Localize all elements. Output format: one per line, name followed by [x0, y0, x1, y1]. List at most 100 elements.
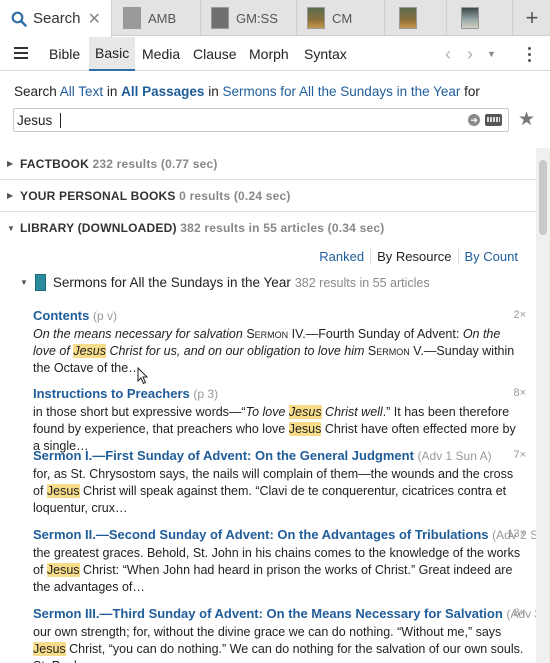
- result-title-link[interactable]: Sermon I.—First Sunday of Advent: On the…: [33, 448, 414, 463]
- snippet-text: —Fourth Sunday of Advent:: [305, 327, 463, 341]
- result-hit-count: 13×: [507, 528, 526, 540]
- tab-cm[interactable]: CM: [297, 0, 385, 36]
- tab-clause[interactable]: Clause: [187, 37, 243, 71]
- tab-search[interactable]: Search ✕: [0, 0, 112, 37]
- result-item[interactable]: Sermon III.—Third Sunday of Advent: On t…: [33, 605, 536, 663]
- scope-prefix: Search: [14, 84, 57, 99]
- tab-media[interactable]: Media: [136, 37, 186, 71]
- sort-ranked-button[interactable]: Ranked: [313, 249, 370, 264]
- result-snippet[interactable]: our own strength; for, without the divin…: [33, 624, 526, 663]
- result-title-link[interactable]: Sermon II.—Second Sunday of Advent: On t…: [33, 527, 489, 542]
- more-options-icon[interactable]: [528, 47, 532, 65]
- mouse-pointer-icon: [137, 367, 149, 385]
- back-arrow-icon[interactable]: ‹: [445, 44, 451, 65]
- snippet-text: Christ: “When John had heard in prison t…: [33, 563, 513, 594]
- result-item[interactable]: Sermon I.—First Sunday of Advent: On the…: [33, 447, 526, 517]
- match-highlight: Jesus: [288, 405, 322, 419]
- snippet-text: in those short but expressive words—“: [33, 405, 246, 419]
- result-item[interactable]: Instructions to Preachers (p 3) 8× in th…: [33, 385, 526, 455]
- sort-options: Ranked By Resource By Count: [313, 249, 524, 264]
- range-selector-link[interactable]: All Passages: [121, 84, 204, 99]
- snippet-text: To love: [245, 405, 289, 419]
- snippet-text: Sermon V.: [364, 344, 424, 358]
- search-type-toolbar: Bible Basic Media Clause Morph Syntax ‹ …: [0, 37, 550, 71]
- tab-basic[interactable]: Basic: [89, 37, 136, 71]
- tab-syntax[interactable]: Syntax: [298, 37, 353, 71]
- result-snippet[interactable]: On the means necessary for salvation Ser…: [33, 326, 526, 377]
- text-caret: [60, 113, 61, 128]
- tab-bible[interactable]: Bible: [43, 37, 86, 71]
- scope-for-text: for: [464, 84, 480, 99]
- search-query[interactable]: Jesus: [17, 113, 52, 128]
- group-title: FACTBOOK 232 results (0.77 sec): [20, 157, 218, 171]
- group-factbook[interactable]: ▶ FACTBOOK 232 results (0.77 sec): [0, 148, 536, 180]
- snippet-text: Christ well: [321, 405, 383, 419]
- result-hit-count: 2×: [513, 309, 526, 321]
- result-title-link[interactable]: Contents: [33, 308, 89, 323]
- result-item[interactable]: Sermon II.—Second Sunday of Advent: On t…: [33, 526, 536, 596]
- search-icon: [11, 11, 27, 27]
- match-highlight: Jesus: [46, 484, 80, 498]
- result-snippet[interactable]: the greatest graces. Behold, St. John in…: [33, 545, 526, 596]
- forward-arrow-icon[interactable]: ›: [467, 44, 473, 65]
- new-tab-button[interactable]: +: [514, 0, 550, 36]
- collapse-triangle-icon[interactable]: ▼: [20, 278, 28, 287]
- result-reference: (Adv 1 Sun A): [417, 449, 492, 463]
- result-hit-count: 8×: [513, 387, 526, 399]
- resource-title[interactable]: Sermons for All the Sundays in the Year: [53, 275, 291, 290]
- scope-in-text: in: [208, 84, 219, 99]
- group-name: LIBRARY (DOWNLOADED): [20, 221, 177, 235]
- search-scope: Search All Text in All Passages in Sermo…: [14, 84, 480, 99]
- tab-label: GM:SS: [236, 10, 278, 26]
- result-title-link[interactable]: Sermon III.—Third Sunday of Advent: On t…: [33, 606, 503, 621]
- result-item[interactable]: Contents (p v) 2× On the means necessary…: [33, 307, 526, 377]
- book-cover-icon: [211, 7, 229, 29]
- snippet-text: Christ, “you can do nothing.” We can do …: [33, 642, 524, 663]
- tab-amb[interactable]: AMB: [113, 0, 201, 36]
- resource-selector-link[interactable]: Sermons for All the Sundays in the Year: [222, 84, 460, 99]
- result-title-link[interactable]: Instructions to Preachers: [33, 386, 190, 401]
- star-icon[interactable]: ★: [518, 108, 535, 131]
- results-panel: ▶ FACTBOOK 232 results (0.77 sec) ▶ YOUR…: [0, 148, 536, 663]
- sort-by-count-button[interactable]: By Count: [459, 249, 524, 264]
- book-cover-icon: [34, 274, 46, 291]
- tab-book-5[interactable]: [447, 0, 513, 36]
- tab-label: AMB: [148, 10, 177, 26]
- match-highlight: Jesus: [33, 642, 66, 656]
- go-arrow-icon[interactable]: ➜: [468, 114, 480, 126]
- expand-triangle-icon[interactable]: ▶: [7, 191, 13, 200]
- expand-triangle-icon[interactable]: ▶: [7, 159, 13, 168]
- sort-by-resource-button[interactable]: By Resource: [370, 249, 459, 264]
- book-cover-icon: [123, 7, 141, 29]
- group-name: YOUR PERSONAL BOOKS: [20, 188, 176, 203]
- tab-book-4[interactable]: [385, 0, 447, 36]
- collapse-triangle-icon[interactable]: ▼: [7, 224, 15, 233]
- tab-gmss[interactable]: GM:SS: [201, 0, 297, 36]
- search-input[interactable]: Jesus ➜: [13, 108, 509, 132]
- field-selector-link[interactable]: All Text: [60, 84, 103, 99]
- book-cover-icon: [399, 7, 417, 29]
- keyboard-icon[interactable]: [485, 114, 502, 126]
- group-library[interactable]: ▼ LIBRARY (DOWNLOADED) 382 results in 55…: [0, 212, 536, 244]
- result-hit-count: 7×: [513, 449, 526, 461]
- result-reference: (p 3): [193, 387, 219, 401]
- scrollbar-thumb[interactable]: [539, 160, 547, 235]
- group-personal-books[interactable]: ▶ YOUR PERSONAL BOOKS 0 results (0.24 se…: [0, 180, 536, 212]
- tab-label: CM: [332, 10, 353, 26]
- scope-in-text: in: [106, 84, 118, 99]
- group-title: YOUR PERSONAL BOOKS 0 results (0.24 sec): [20, 189, 291, 203]
- tab-strip: Search ✕ AMB GM:SS CM +: [0, 0, 550, 37]
- menu-icon[interactable]: [14, 47, 28, 59]
- match-highlight: Jesus: [46, 563, 80, 577]
- resource-header[interactable]: ▼ Sermons for All the Sundays in the Yea…: [20, 274, 430, 291]
- tab-morph[interactable]: Morph: [243, 37, 295, 71]
- history-dropdown-icon[interactable]: ▼: [487, 49, 496, 59]
- snippet-text: Christ for us, and on our obligation to …: [105, 344, 365, 358]
- group-title: LIBRARY (DOWNLOADED) 382 results in 55 a…: [20, 221, 384, 235]
- snippet-text: our own strength; for, without the divin…: [33, 625, 502, 639]
- match-highlight: Jesus: [288, 422, 322, 436]
- result-snippet[interactable]: for, as St. Chrysostom says, the nails w…: [33, 466, 526, 517]
- group-name: FACTBOOK: [20, 156, 89, 171]
- snippet-text: Sermon IV.: [246, 327, 306, 341]
- close-icon[interactable]: ✕: [88, 9, 101, 29]
